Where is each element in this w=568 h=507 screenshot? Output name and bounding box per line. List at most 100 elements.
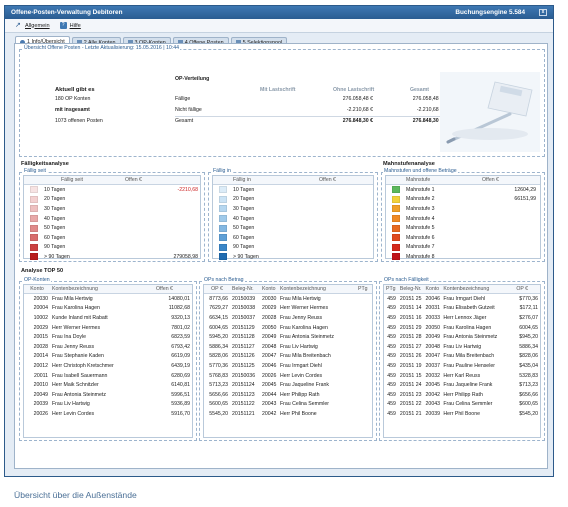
- mahn-row[interactable]: Mahnstufe 3: [386, 204, 540, 214]
- ops-betrag-row[interactable]: 5770,36 20151125 20046 Frau Irmgart Diehl: [204, 361, 372, 371]
- ops-betrag-row[interactable]: 5656,66 20151123 20044 Herr Philipp Rath: [204, 390, 372, 400]
- op-konten-cell: 20030: [33, 295, 48, 302]
- mahn-col2: Offen €: [482, 177, 499, 183]
- faellig-seit-row[interactable]: > 90 Tagen 279058,98: [24, 252, 200, 262]
- op-konten-row[interactable]: 20029 Herr Werner Hermes 7801,02: [24, 323, 192, 333]
- faellig-in-row[interactable]: 40 Tagen: [213, 214, 373, 224]
- mahn-row[interactable]: Mahnstufe 6: [386, 233, 540, 243]
- op-konten-cell: Herr Werner Hermes: [52, 324, 101, 331]
- mahn-color-swatch: [392, 195, 400, 203]
- ops-faellig-row[interactable]: 459 20151 22 20043 Frau Celina Semmler $600,…: [384, 400, 540, 410]
- op-konten-row[interactable]: 20011 Frau Isabell Sauermann 6280,69: [24, 371, 192, 381]
- calculator-pen-illustration: [440, 72, 540, 152]
- ops-faellig-cell: 20151 25: [399, 295, 422, 302]
- ops-faellig-row[interactable]: 459 20151 26 20047 Frau Mila Breitenbach $82…: [384, 352, 540, 362]
- faellig-in-row[interactable]: 30 Tagen: [213, 204, 373, 214]
- ops-faellig-row[interactable]: 459 20151 27 20048 Frau Liv Hartwig 5886,34: [384, 342, 540, 352]
- op-konten-cell: Frau Ina Doyle: [52, 334, 87, 341]
- faellig-seit-label: > 90 Tagen: [44, 253, 70, 260]
- ops-faellig-row[interactable]: 459 20151 28 20049 Frau Antonia Steinmetz $9…: [384, 332, 540, 342]
- menu-allgemein[interactable]: ↗ Allgemein: [15, 22, 50, 29]
- mahn-row[interactable]: Mahnstufe 5: [386, 223, 540, 233]
- faellig-in-title: Fällig in: [212, 168, 232, 174]
- ops-faellig-cell: 459: [387, 343, 396, 350]
- ops-betrag-row[interactable]: 5828,06 20151126 20047 Frau Mila Breitenbac…: [204, 352, 372, 362]
- ops-faellig-row[interactable]: 459 20151 21 20039 Herr Phil Boone $545,20: [384, 409, 540, 419]
- ops-faellig-cell: Frau Jaqueline Frank: [443, 382, 493, 389]
- op-konten-row[interactable]: 20015 Frau Ina Doyle 6823,59: [24, 332, 192, 342]
- mahn-row[interactable]: Mahnstufe 1 12604,29: [386, 185, 540, 195]
- ops-faellig-cell: 20039: [425, 410, 440, 417]
- op-konten-row[interactable]: 20004 Frau Karolina Hagen 11082,68: [24, 304, 192, 314]
- faellig-seit-row[interactable]: 30 Tagen: [24, 204, 200, 214]
- ops-faellig-row[interactable]: 459 20151 29 20050 Frau Karolina Hagen 6004,…: [384, 323, 540, 333]
- ops-betrag-cell: 20150037: [232, 314, 256, 321]
- ops-faellig-cell: 20151 14: [399, 305, 422, 312]
- op-konten-row[interactable]: 20012 Herr Christoph Kretschmer 6439,19: [24, 361, 192, 371]
- mahn-row[interactable]: Mahnstufe 8: [386, 252, 540, 262]
- ops-faellig-row[interactable]: 459 20151 19 20037 Frau Pauline Henseler $43…: [384, 361, 540, 371]
- ops-betrag-row[interactable]: 5713,23 20151124 20045 Frau Jaqueline Frank: [204, 380, 372, 390]
- faellig-in-color-swatch: [219, 253, 227, 261]
- ops-betrag-cell: Frau Liv Hartwig: [280, 343, 318, 350]
- ops-faellig-cell: 20047: [425, 353, 440, 360]
- ops-betrag-row[interactable]: 7629,27 20150038 20029 Herr Werner Hermes: [204, 304, 372, 314]
- faellig-in-row[interactable]: 10 Tagen: [213, 185, 373, 195]
- ops-faellig-cell: Frau Antonia Steinmetz: [443, 334, 498, 341]
- faellig-seit-row[interactable]: 10 Tagen -2210,68: [24, 185, 200, 195]
- faellig-seit-row[interactable]: 60 Tagen: [24, 233, 200, 243]
- line3-kind: Gesamt: [175, 118, 194, 124]
- ops-faellig-row[interactable]: 459 20151 23 20042 Herr Philipp Rath $656,66: [384, 390, 540, 400]
- op-konten-row[interactable]: 20028 Frau Jenny Reuss 6793,42: [24, 342, 192, 352]
- ops-betrag-row[interactable]: 5768,83 20150036 20026 Herr Levin Cordes: [204, 371, 372, 381]
- faellig-in-row[interactable]: 50 Tagen: [213, 223, 373, 233]
- faellig-seit-color-swatch: [30, 253, 38, 261]
- op-konten-cell: 20010: [33, 382, 48, 389]
- ops-faellig-cell: Frau Mila Breitenbach: [443, 353, 495, 360]
- menu-allgemein-label: Allgemein: [25, 22, 50, 29]
- faellig-seit-row[interactable]: 90 Tagen: [24, 243, 200, 253]
- mahn-row[interactable]: Mahnstufe 7: [386, 243, 540, 253]
- faellig-in-row[interactable]: > 90 Tagen: [213, 252, 373, 262]
- line1-gesamt: 276.058,48 €: [412, 96, 443, 102]
- mahn-row[interactable]: Mahnstufe 4: [386, 214, 540, 224]
- ops-faellig-row[interactable]: 459 20151 15 20032 Herr Karl Reuss 5328,83: [384, 371, 540, 381]
- ops-faellig-cell: 20151 21: [399, 410, 422, 417]
- faellig-seit-row[interactable]: 40 Tagen: [24, 214, 200, 224]
- ops-faellig-row[interactable]: 459 20151 14 20031 Frau Elisabeth Gutzeit $1…: [384, 304, 540, 314]
- ops-faellig-row[interactable]: 459 20151 24 20045 Frau Jaqueline Frank $713…: [384, 380, 540, 390]
- faellig-in-row[interactable]: 20 Tagen: [213, 195, 373, 205]
- ops-betrag-row[interactable]: 5945,20 20151128 20049 Frau Antonia Steinme…: [204, 332, 372, 342]
- menu-hilfe[interactable]: ? Hilfe: [59, 22, 81, 29]
- ops-betrag-row[interactable]: 5886,34 20151127 20048 Frau Liv Hartwig: [204, 342, 372, 352]
- ops-betrag-row[interactable]: 5545,20 20151121 20042 Herr Phil Boone: [204, 409, 372, 419]
- ops-faellig-row[interactable]: 459 20151 16 20033 Herr Lennox Jäger $276,07: [384, 313, 540, 323]
- op-konten-row[interactable]: 20049 Frau Antonia Steinmetz 5996,51: [24, 390, 192, 400]
- ops-betrag-row[interactable]: 5600,65 20151122 20043 Frau Celina Semmler: [204, 400, 372, 410]
- op-konten-row[interactable]: 20030 Frau Mila Hertwig 14080,01: [24, 294, 192, 304]
- op-konten-row[interactable]: 20039 Frau Liv Hartwig 5936,89: [24, 400, 192, 410]
- faellig-seit-row[interactable]: 50 Tagen: [24, 223, 200, 233]
- op-konten-row[interactable]: 10002 Kunde Inland mit Rabatt 9320,13: [24, 313, 192, 323]
- mahn-row[interactable]: Mahnstufe 2 66151,99: [386, 195, 540, 205]
- mahn-color-swatch: [392, 234, 400, 242]
- mahn-label: Mahnstufe 8: [406, 253, 435, 260]
- ops-betrag-cell: 5768,83: [209, 372, 228, 379]
- op-konten-row[interactable]: 20026 Herr Levin Cordes 5916,70: [24, 409, 192, 419]
- faellig-in-row[interactable]: 90 Tagen: [213, 243, 373, 253]
- line2-gesamt: -2.210,68 €: [416, 107, 443, 113]
- faellig-seit-row[interactable]: 20 Tagen: [24, 195, 200, 205]
- faellig-in-row[interactable]: 60 Tagen: [213, 233, 373, 243]
- ops-betrag-row[interactable]: 8773,66 20150039 20030 Frau Mila Hertwig: [204, 294, 372, 304]
- close-icon[interactable]: x: [539, 9, 547, 16]
- faellig-seit-value: 279058,98: [173, 253, 198, 260]
- ops-betrag-row[interactable]: 6634,15 20150037 20028 Frau Jenny Reuss: [204, 313, 372, 323]
- line1-kind: Fällige: [175, 96, 191, 102]
- ops-faellig-row[interactable]: 459 20151 25 20046 Frau Irmgart Diehl $770,3…: [384, 294, 540, 304]
- ops-betrag-cell: 20030: [262, 295, 277, 302]
- ops-betrag-cell: Frau Karolina Hagen: [280, 324, 328, 331]
- ops-faellig-cell: Frau Elisabeth Gutzeit: [443, 305, 495, 312]
- op-konten-row[interactable]: 20010 Herr Maik Schnitzler 6140,81: [24, 380, 192, 390]
- ops-betrag-row[interactable]: 6004,65 20151129 20050 Frau Karolina Hagen: [204, 323, 372, 333]
- op-konten-row[interactable]: 20014 Frau Stephanie Kaden 6619,09: [24, 352, 192, 362]
